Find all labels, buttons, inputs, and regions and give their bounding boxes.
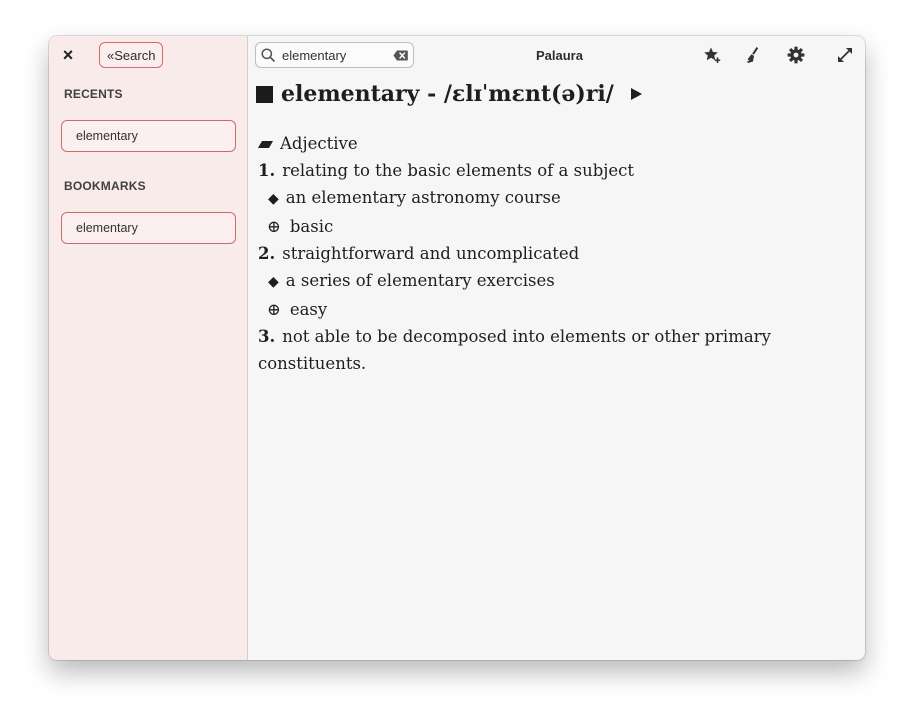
entry-heading: elementary - /ɛlɪˈmɛnt(ə)ri/ <box>256 80 855 108</box>
sense-definition: relating to the basic elements of a subj… <box>282 161 635 180</box>
sense-definition: straightforward and uncomplicated <box>282 244 580 263</box>
definition-content: elementary - /ɛlɪˈmɛnt(ə)ri/ Adjective 1… <box>256 80 855 377</box>
example-text: an elementary astronomy course <box>285 188 561 207</box>
bookmarks-title: BOOKMARKS <box>64 179 146 193</box>
entry-headword: elementary - /ɛlɪˈmɛnt(ə)ri/ <box>281 81 614 107</box>
example-text: a series of elementary exercises <box>285 271 555 290</box>
recent-item[interactable]: elementary <box>61 120 236 152</box>
synonym-bullet-icon: ⊕ <box>267 300 281 319</box>
square-icon <box>256 85 273 103</box>
sidebar: × «Search RECENTS elementary BOOKMARKS e… <box>49 36 248 660</box>
search-input[interactable] <box>280 47 390 63</box>
part-of-speech-icon <box>257 141 274 148</box>
part-of-speech: Adjective <box>257 130 855 157</box>
sense-2-example: ◆ a series of elementary exercises <box>258 267 855 296</box>
main-panel: Palaura elementary - /ɛlɪˈmɛnt(ə)ri/ Adj… <box>248 36 865 660</box>
clear-icon[interactable] <box>390 50 410 61</box>
sense-number: 1. <box>258 161 276 180</box>
bookmark-item[interactable]: elementary <box>61 212 236 244</box>
gear-icon[interactable] <box>784 44 808 66</box>
sense-2: 2. straightforward and uncomplicated <box>258 240 855 267</box>
play-pronunciation-icon[interactable] <box>630 87 643 101</box>
brush-icon[interactable] <box>741 44 765 66</box>
sense-2-synonym: ⊕ easy <box>258 296 855 323</box>
bookmark-item-label: elementary <box>76 221 138 235</box>
sense-number: 3. <box>258 327 276 346</box>
part-of-speech-label: Adjective <box>280 134 358 153</box>
synonym-text[interactable]: easy <box>290 300 327 319</box>
search-icon <box>256 48 280 62</box>
sense-definition: not able to be decomposed into elements … <box>258 327 771 373</box>
back-to-search-button[interactable]: «Search <box>99 42 164 68</box>
recent-item-label: elementary <box>76 129 138 143</box>
sense-1-example: ◆ an elementary astronomy course <box>258 184 855 213</box>
add-bookmark-icon[interactable] <box>700 44 724 66</box>
synonym-text[interactable]: basic <box>290 217 333 236</box>
sense-1-synonym: ⊕ basic <box>258 213 855 240</box>
close-button[interactable]: × <box>59 45 77 65</box>
app-window: × «Search RECENTS elementary BOOKMARKS e… <box>49 36 865 660</box>
fullscreen-icon[interactable] <box>833 44 857 66</box>
recents-title: RECENTS <box>64 87 123 101</box>
example-bullet-icon: ◆ <box>268 191 279 207</box>
sense-1: 1. relating to the basic elements of a su… <box>258 157 855 184</box>
sense-3: 3. not able to be decomposed into element… <box>258 323 778 377</box>
search-field[interactable] <box>255 42 414 68</box>
sense-number: 2. <box>258 244 276 263</box>
example-bullet-icon: ◆ <box>268 274 279 290</box>
app-title: Palaura <box>536 48 583 63</box>
synonym-bullet-icon: ⊕ <box>267 217 281 236</box>
